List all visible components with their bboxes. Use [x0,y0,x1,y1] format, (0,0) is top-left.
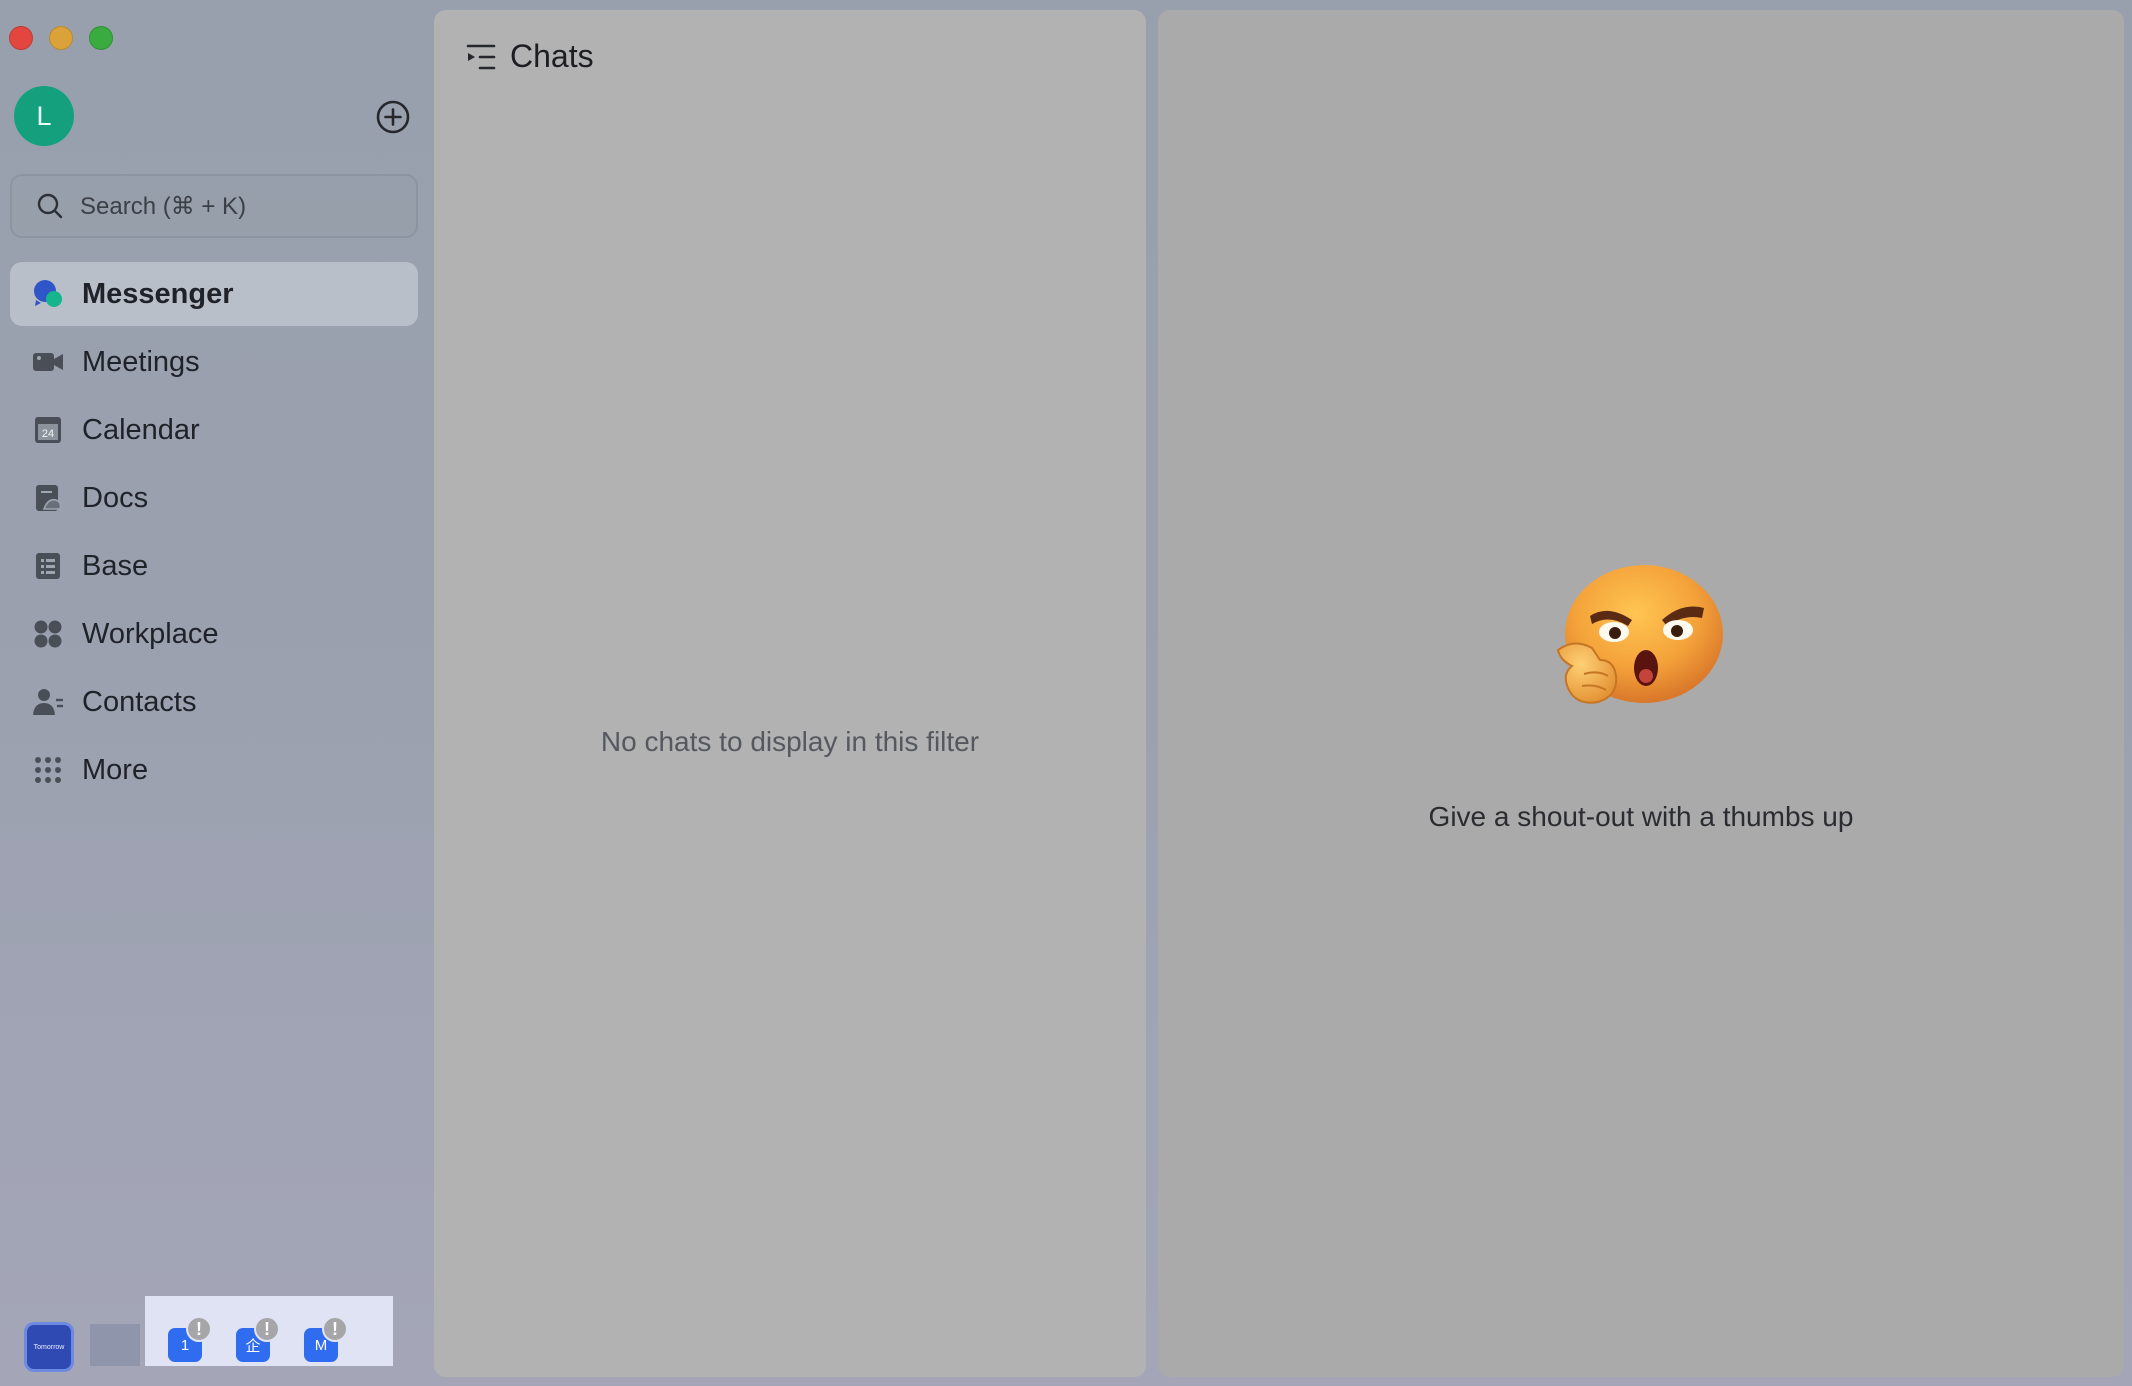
sidebar-item-label: Docs [82,481,149,514]
sidebar-item-docs[interactable]: Docs [10,466,418,530]
sidebar-item-meetings[interactable]: Meetings [10,330,418,394]
sidebar-item-workplace[interactable]: Workplace [10,602,418,666]
workplace-icon [32,618,64,650]
alert-badge: ! [322,1316,348,1342]
more-grid-icon [32,754,64,786]
tomorrow-thumbnail[interactable]: Tomorrow [24,1322,74,1372]
sidebar-item-more[interactable]: More [10,738,418,802]
sidebar-item-label: Base [82,549,149,582]
search-placeholder: Search (⌘ + K) [80,192,247,220]
chats-header: Chats [466,38,594,75]
empty-state-message: No chats to display in this filter [600,726,980,757]
avatar[interactable]: L [14,86,74,146]
sidebar-item-contacts[interactable]: Contacts [10,670,418,734]
sidebar: L Search (⌘ + K) Messenger Meetings 24 C… [0,0,428,1386]
dock-app-1[interactable]: 1 ! [168,1316,212,1362]
dock-app-2[interactable]: 企 ! [236,1316,280,1362]
toggle-filter-icon[interactable] [466,42,496,72]
page-title: Chats [510,38,594,74]
chats-panel: Chats No chats to display in this filter [434,10,1146,1377]
sidebar-item-messenger[interactable]: Messenger [10,262,418,326]
shout-out-caption: Give a shout-out with a thumbs up [1428,801,1854,832]
plus-circle-icon [376,100,410,134]
sidebar-item-label: Contacts [82,685,197,718]
sidebar-nav: Messenger Meetings 24 Calendar Docs Base… [10,262,418,806]
sidebar-item-label: Meetings [82,345,200,378]
contacts-icon [32,686,64,718]
base-icon [32,550,64,582]
dock-app-3[interactable]: M ! [304,1316,348,1362]
search-icon [37,193,63,219]
thumbs-up-emoji-icon [1556,565,1723,704]
video-camera-icon [32,346,64,378]
detail-panel: Give a shout-out with a thumbs up [1158,10,2124,1377]
calendar-icon: 24 [32,414,64,446]
sidebar-item-base[interactable]: Base [10,534,418,598]
alert-badge: ! [186,1316,212,1342]
sidebar-item-calendar[interactable]: 24 Calendar [10,398,418,462]
alert-badge: ! [254,1316,280,1342]
svg-text:24: 24 [42,428,54,440]
messenger-icon [32,278,64,310]
sidebar-item-label: Workplace [82,617,219,650]
docs-icon [32,482,64,514]
sidebar-item-label: More [82,753,149,786]
add-button[interactable] [375,99,411,135]
sidebar-item-label: Messenger [82,277,234,310]
sidebar-item-label: Calendar [82,413,200,446]
search-bar[interactable]: Search (⌘ + K) [10,174,418,238]
window-thumbnail[interactable] [90,1324,140,1366]
